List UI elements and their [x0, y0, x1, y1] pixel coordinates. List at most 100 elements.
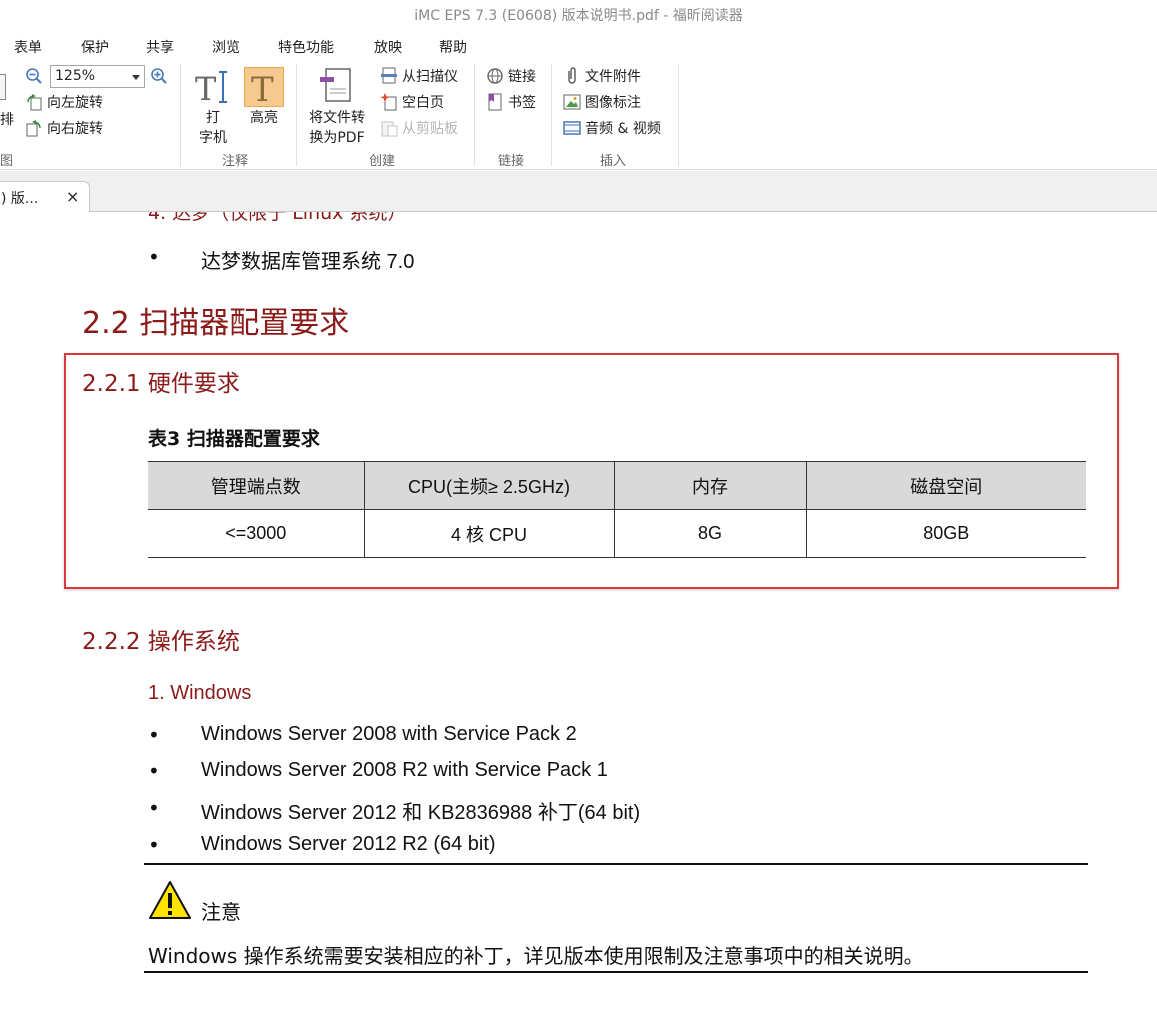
- note-bottom-rule: [144, 971, 1088, 973]
- blank-page-label: 空白页: [402, 95, 444, 111]
- ribbon-divider: [474, 64, 475, 166]
- document-page: 4. 达梦（仅限于 Linux 系统） • 达梦数据库管理系统 7.0 2.2 …: [0, 212, 1157, 1009]
- menu-browse[interactable]: 浏览: [212, 37, 240, 57]
- rotate-left-icon: [25, 93, 43, 111]
- link-button[interactable]: 链接: [486, 65, 536, 87]
- typewriter-label-2: 字机: [199, 130, 227, 146]
- rotate-right-button[interactable]: 向右旋转: [25, 117, 103, 139]
- typewriter-label-1: 打: [206, 110, 220, 126]
- blank-page-button[interactable]: 空白页: [380, 91, 444, 113]
- ribbon-divider: [678, 64, 679, 166]
- bullet-icon: •: [148, 796, 160, 820]
- typewriter-button[interactable]: 打 字机: [193, 108, 233, 148]
- table-header-row: 管理端点数 CPU(主频≥ 2.5GHz) 内存 磁盘空间: [148, 461, 1086, 510]
- links-group-label: 链接: [498, 154, 525, 169]
- menu-help[interactable]: 帮助: [439, 37, 467, 57]
- subsection-heading: 2.2.1 硬件要求: [82, 371, 240, 397]
- link-label: 链接: [508, 69, 536, 85]
- list-item: Windows Server 2012 R2 (64 bit): [201, 833, 496, 855]
- rotate-right-label: 向右旋转: [47, 121, 103, 137]
- menu-share[interactable]: 共享: [146, 37, 174, 57]
- image-annotation-button[interactable]: 图像标注: [563, 91, 641, 113]
- tab-document[interactable]: ) 版... ×: [0, 181, 90, 212]
- zoom-select[interactable]: 125%: [50, 65, 145, 88]
- image-annotation-label: 图像标注: [585, 95, 641, 111]
- list-item: Windows Server 2012 和 KB2836988 补丁(64 bi…: [201, 802, 641, 824]
- rotate-right-icon: [25, 119, 43, 137]
- clipboard-icon: [380, 119, 398, 137]
- windows-heading: 1. Windows: [148, 682, 252, 704]
- section-heading: 2.2 扫描器配置要求: [82, 306, 350, 341]
- list-item: 达梦数据库管理系统 7.0: [201, 251, 415, 273]
- page-layout-icon[interactable]: [0, 74, 6, 100]
- table-header-cell: CPU(主频≥ 2.5GHz): [363, 461, 614, 510]
- create-group-label: 创建: [369, 154, 396, 169]
- document-tab-strip: ) 版... ×: [0, 171, 1157, 212]
- from-scanner-button[interactable]: 从扫描仪: [380, 65, 458, 87]
- zoom-out-icon[interactable]: [25, 67, 43, 85]
- table-header-cell: 磁盘空间: [805, 461, 1086, 510]
- convert-to-pdf-icon[interactable]: [316, 67, 356, 107]
- note-top-rule: [144, 863, 1088, 865]
- close-icon[interactable]: ×: [66, 187, 79, 206]
- annotate-group-label: 注释: [222, 154, 249, 169]
- menu-form[interactable]: 表单: [14, 37, 42, 57]
- ribbon-divider: [551, 64, 552, 166]
- highlight-label: 高亮: [250, 110, 278, 126]
- image-icon: [563, 93, 581, 111]
- audio-video-label: 音频 & 视频: [585, 121, 661, 137]
- bullet-icon: •: [148, 245, 160, 269]
- audio-video-button[interactable]: 音频 & 视频: [563, 117, 661, 139]
- convert-label-2: 换为PDF: [309, 130, 365, 146]
- menu-slideshow[interactable]: 放映: [374, 37, 402, 57]
- from-clipboard-button[interactable]: 从剪贴板: [380, 117, 458, 139]
- view-group-label: 图: [0, 154, 14, 169]
- convert-label-1: 将文件转: [309, 110, 365, 126]
- scanner-requirements-table: 管理端点数 CPU(主频≥ 2.5GHz) 内存 磁盘空间 <=3000 4 核…: [148, 461, 1086, 558]
- arrange-label-partial[interactable]: 排: [0, 108, 14, 130]
- bookmark-button[interactable]: 书签: [486, 91, 536, 113]
- menu-features[interactable]: 特色功能: [278, 37, 334, 57]
- rotate-left-button[interactable]: 向左旋转: [25, 91, 103, 113]
- warning-icon: [148, 880, 192, 920]
- table-header-cell: 管理端点数: [148, 461, 364, 510]
- bullet-icon: •: [148, 833, 160, 857]
- list-item: Windows Server 2008 with Service Pack 2: [201, 723, 577, 745]
- film-icon: [563, 119, 581, 137]
- table-row: <=3000 4 核 CPU 8G 80GB: [148, 509, 1086, 558]
- blank-page-icon: [380, 93, 398, 111]
- paperclip-icon: [563, 67, 581, 85]
- typewriter-icon[interactable]: T: [193, 68, 233, 108]
- bullet-icon: •: [148, 723, 160, 747]
- file-attachment-label: 文件附件: [585, 69, 641, 85]
- highlight-button[interactable]: 高亮: [240, 108, 288, 128]
- svg-text:T: T: [195, 70, 217, 106]
- ribbon-divider: [180, 64, 181, 166]
- table-cell: 80GB: [805, 509, 1086, 558]
- ribbon: 排 125% 向左旋转 向右旋转 图 T 打 字机 T 高亮 注释 将文件转 换…: [0, 60, 1157, 170]
- highlight-icon[interactable]: T: [244, 67, 284, 110]
- bookmark-icon: [486, 93, 504, 111]
- zoom-value: 125%: [55, 68, 96, 84]
- link-icon: [486, 67, 504, 85]
- ribbon-divider: [296, 64, 297, 166]
- table-header-cell: 内存: [613, 461, 806, 510]
- window-title: iMC EPS 7.3 (E0608) 版本说明书.pdf - 福昕阅读器: [0, 0, 1157, 32]
- rotate-left-label: 向左旋转: [47, 95, 103, 111]
- convert-to-pdf-button[interactable]: 将文件转 换为PDF: [302, 108, 372, 148]
- zoom-in-icon[interactable]: [150, 67, 168, 85]
- file-attachment-button[interactable]: 文件附件: [563, 65, 641, 87]
- chevron-down-icon: [132, 75, 140, 80]
- tab-document-label: ) 版...: [1, 191, 39, 207]
- table-cell: <=3000: [148, 509, 364, 558]
- menu-bar: 表单 保护 共享 浏览 特色功能 放映 帮助: [0, 32, 1157, 60]
- scanner-icon: [380, 67, 398, 85]
- from-clipboard-label: 从剪贴板: [402, 121, 458, 137]
- menu-protect[interactable]: 保护: [81, 37, 109, 57]
- table-cell: 4 核 CPU: [363, 509, 614, 558]
- svg-text:T: T: [251, 70, 274, 106]
- note-label: 注意: [201, 900, 241, 924]
- table-caption: 表3 扫描器配置要求: [148, 428, 320, 450]
- bullet-icon: •: [148, 759, 160, 783]
- subsection-heading: 2.2.2 操作系统: [82, 629, 240, 655]
